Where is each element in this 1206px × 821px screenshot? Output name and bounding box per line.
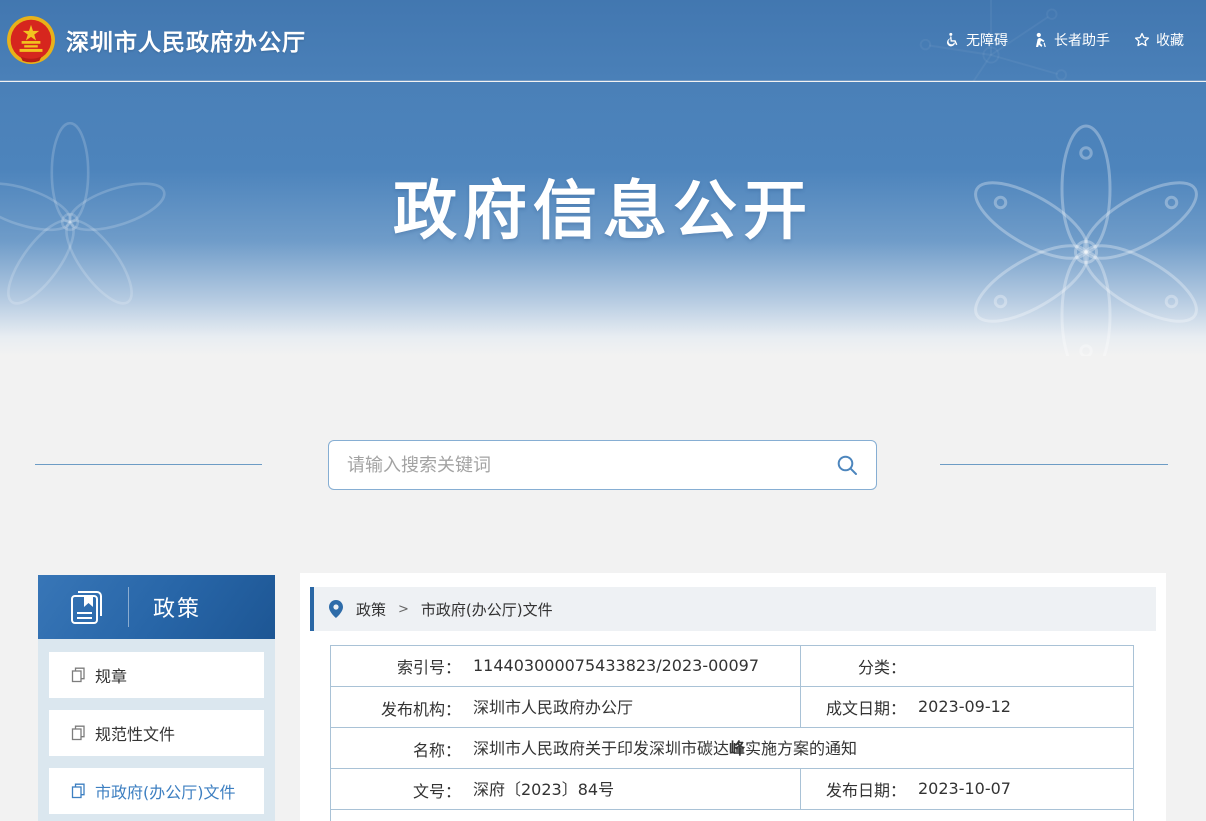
page: 深圳市人民政府办公厅 无障碍	[0, 0, 1206, 821]
divider-line-right	[940, 464, 1168, 465]
breadcrumb-link-policy[interactable]: 政策	[356, 599, 386, 620]
document-meta-table: 索引号： 114403000075433823/2023-00097 分类： 发布…	[330, 645, 1134, 821]
banner: 政府信息公开	[0, 82, 1206, 356]
site-home-link[interactable]: 深圳市人民政府办公厅	[6, 15, 306, 65]
cell-document-name: 名称： 深圳市人民政府关于印发深圳市碳达峰实施方案的通知	[331, 728, 1134, 769]
top-header: 深圳市人民政府办公厅 无障碍	[0, 0, 1206, 81]
field-value: 2023-10-07	[918, 779, 1011, 798]
field-label: 索引号：	[331, 654, 461, 678]
cell-index-number: 索引号： 114403000075433823/2023-00097	[331, 646, 801, 687]
field-label: 文号：	[331, 778, 461, 802]
favorite-link[interactable]: 收藏	[1134, 30, 1184, 50]
sidebar-item-label: 市政府(办公厅)文件	[95, 779, 236, 803]
breadcrumb-link-municipal-documents[interactable]: 市政府(办公厅)文件	[421, 599, 553, 620]
cell-publish-date: 发布日期： 2023-10-07	[801, 769, 1134, 810]
cell-partial	[331, 810, 1134, 821]
search-box	[328, 440, 877, 490]
divider-line-left	[35, 464, 262, 465]
elder-assistant-label: 长者助手	[1054, 30, 1110, 50]
content-panel: 政策 > 市政府(办公厅)文件 索引号： 114403000075433823/2…	[300, 573, 1166, 821]
cell-written-date: 成文日期： 2023-09-12	[801, 687, 1134, 728]
table-row-doc-number: 文号： 深府〔2023〕84号 发布日期： 2023-10-07	[331, 769, 1134, 810]
star-icon	[1134, 32, 1150, 48]
table-row-index: 索引号： 114403000075433823/2023-00097 分类：	[331, 646, 1134, 687]
breadcrumb-separator: >	[398, 602, 409, 617]
sidebar-title: 政策	[153, 591, 201, 623]
table-row-partial	[331, 810, 1134, 821]
page-title: 政府信息公开	[0, 160, 1206, 252]
sidebar-items: 规章 规范性文件 市政府(办公厅)文件	[38, 639, 275, 821]
sidebar-item-normative-documents[interactable]: 规范性文件	[49, 710, 264, 756]
favorite-label: 收藏	[1156, 30, 1184, 50]
sidebar-item-label: 规范性文件	[95, 721, 175, 745]
field-value: 114403000075433823/2023-00097	[473, 656, 759, 675]
sidebar-item-regulations[interactable]: 规章	[49, 652, 264, 698]
search-button[interactable]	[834, 452, 860, 478]
highlighted-keyword: 峰	[729, 739, 745, 758]
cell-publisher: 发布机构： 深圳市人民政府办公厅	[331, 687, 801, 728]
cell-doc-number: 文号： 深府〔2023〕84号	[331, 769, 801, 810]
sidebar-header: 政策	[38, 575, 275, 639]
field-label: 分类：	[801, 654, 906, 678]
table-row-publisher: 发布机构： 深圳市人民政府办公厅 成文日期： 2023-09-12	[331, 687, 1134, 728]
search-input[interactable]	[347, 455, 834, 476]
field-value: 深府〔2023〕84号	[473, 780, 614, 799]
field-label: 发布机构：	[331, 696, 461, 720]
elder-assistant-link[interactable]: 长者助手	[1032, 30, 1110, 50]
elder-person-icon	[1032, 32, 1048, 48]
sidebar-header-divider	[128, 587, 129, 627]
national-emblem-icon	[6, 15, 56, 65]
cell-category: 分类：	[801, 646, 1134, 687]
field-label: 发布日期：	[801, 777, 906, 801]
field-label: 名称：	[331, 737, 461, 761]
field-value: 2023-09-12	[918, 697, 1011, 716]
field-value: 深圳市人民政府办公厅	[473, 698, 633, 717]
sidebar-item-municipal-government-documents[interactable]: 市政府(办公厅)文件	[49, 768, 264, 814]
breadcrumb: 政策 > 市政府(办公厅)文件	[310, 587, 1156, 631]
accessibility-label: 无障碍	[966, 30, 1008, 50]
field-value: 深圳市人民政府关于印发深圳市碳达峰实施方案的通知	[473, 739, 857, 758]
site-title: 深圳市人民政府办公厅	[66, 23, 306, 57]
header-links: 无障碍 长者助手 收藏	[945, 30, 1184, 50]
sidebar: 政策 规章 规范性文件	[38, 575, 275, 821]
accessibility-icon	[945, 32, 960, 48]
policy-book-icon	[66, 586, 108, 628]
accessibility-link[interactable]: 无障碍	[945, 30, 1008, 50]
sidebar-item-label: 规章	[95, 663, 127, 687]
document-icon	[71, 783, 86, 799]
document-icon	[71, 725, 86, 741]
document-icon	[71, 667, 86, 683]
field-label: 成文日期：	[801, 695, 906, 719]
search-icon	[836, 454, 858, 476]
table-row-name: 名称： 深圳市人民政府关于印发深圳市碳达峰实施方案的通知	[331, 728, 1134, 769]
location-pin-icon	[329, 600, 343, 618]
